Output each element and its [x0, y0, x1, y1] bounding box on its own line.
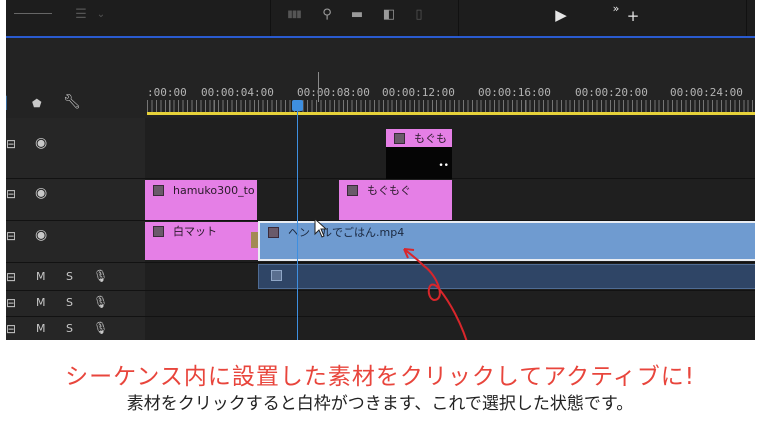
- caption-subtext: 素材をクリックすると白枠がつきます、これで選択した状態です。: [126, 394, 634, 414]
- screenshot-frame: ☰ ⌄ ▮▮▮ ⚲ ▬ ◧ ▯ ▶ » + ▌ ⬟ 🔧︎ :00:00 00:0…: [0, 0, 760, 428]
- caption-heading: シーケンス内に設置した素材をクリックしてアクティブに!: [65, 364, 695, 390]
